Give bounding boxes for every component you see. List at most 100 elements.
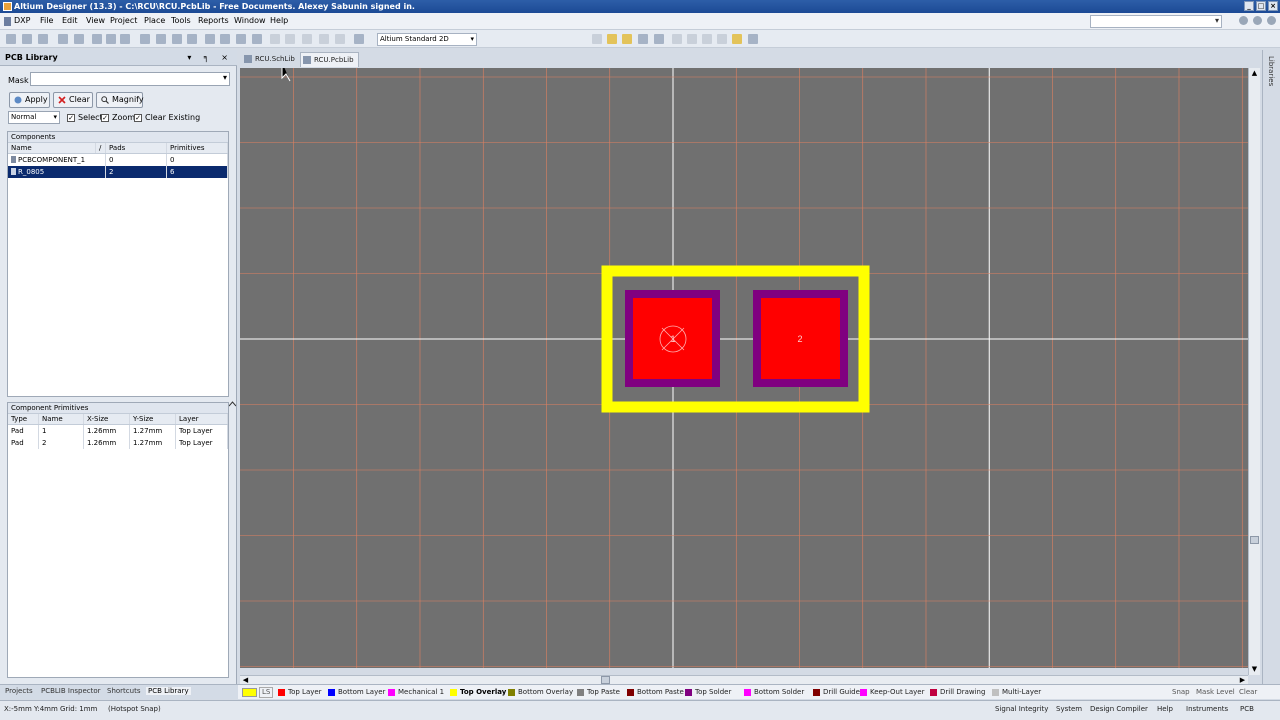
paste-icon[interactable] (236, 34, 246, 44)
open-document-icon[interactable] (22, 34, 32, 44)
arc-center-icon[interactable] (672, 34, 682, 44)
apply-button[interactable]: Apply (9, 92, 50, 108)
col-layer[interactable]: Layer (176, 414, 228, 424)
arc-edge-icon[interactable] (687, 34, 697, 44)
undo-icon[interactable] (319, 34, 329, 44)
place-pad-icon[interactable] (607, 34, 617, 44)
libraries-side-tab[interactable]: Libraries (1262, 50, 1280, 684)
move-icon[interactable] (285, 34, 295, 44)
mask-level-link[interactable]: Mask Level (1196, 688, 1235, 696)
tab-rcu-schlib[interactable]: RCU.SchLib (242, 52, 295, 67)
layer-tab-drill-drawing[interactable]: Drill Drawing (930, 687, 985, 698)
print-icon[interactable] (58, 34, 68, 44)
vertical-scroll-thumb[interactable] (1250, 536, 1259, 544)
layer-tab-top-overlay[interactable]: Top Overlay (450, 687, 506, 698)
menu-help[interactable]: Help (270, 16, 288, 25)
magnify-button[interactable]: Magnify (96, 92, 144, 108)
zoom-in-icon[interactable] (140, 34, 150, 44)
print-preview-icon[interactable] (74, 34, 84, 44)
layer-tab-top-solder[interactable]: Top Solder (685, 687, 731, 698)
horizontal-scroll-thumb[interactable] (601, 676, 610, 684)
system-link[interactable]: System (1056, 705, 1082, 713)
menu-place[interactable]: Place (144, 16, 165, 25)
layer-tab-top-layer[interactable]: Top Layer (278, 687, 322, 698)
back-icon[interactable] (1239, 16, 1248, 25)
mask-input[interactable] (30, 72, 230, 86)
snap-link[interactable]: Snap (1172, 688, 1190, 696)
col-y-size[interactable]: Y-Size (130, 414, 176, 424)
tab-projects[interactable]: Projects (5, 687, 33, 695)
deselect-icon[interactable] (302, 34, 312, 44)
copy-icon[interactable] (220, 34, 230, 44)
component-row[interactable]: PCBCOMPONENT_1 0 0 (8, 154, 228, 166)
tab-pcb-library[interactable]: PCB Library (146, 687, 191, 695)
select-area-icon[interactable] (270, 34, 280, 44)
menu-window[interactable]: Window (234, 16, 266, 25)
col-x-size[interactable]: X-Size (84, 414, 130, 424)
save-icon[interactable] (38, 34, 48, 44)
place-via-icon[interactable] (622, 34, 632, 44)
layer-tab-bottom-layer[interactable]: Bottom Layer (328, 687, 385, 698)
place-fill-icon[interactable] (732, 34, 742, 44)
menu-dxp[interactable]: DXP (14, 16, 30, 25)
help-link[interactable]: Help (1157, 705, 1173, 713)
menu-edit[interactable]: Edit (62, 16, 78, 25)
component-row-selected[interactable]: R_0805 2 6 (8, 166, 228, 178)
design-compiler-link[interactable]: Design Compiler (1090, 705, 1148, 713)
layer-tab-drill-guide[interactable]: Drill Guide (813, 687, 860, 698)
zoom-fit-icon[interactable] (187, 34, 197, 44)
view-config-select[interactable]: Altium Standard 2D ▾ (377, 33, 477, 46)
tab-rcu-pcblib[interactable]: RCU.PcbLib (300, 52, 359, 67)
tab-shortcuts[interactable]: Shortcuts (107, 687, 140, 695)
open-device-icon[interactable] (92, 34, 102, 44)
rubber-stamp-icon[interactable] (252, 34, 262, 44)
forward-icon[interactable] (1267, 16, 1276, 25)
col-type[interactable]: Type (8, 414, 39, 424)
maximize-button[interactable]: □ (1256, 1, 1266, 11)
cut-icon[interactable] (205, 34, 215, 44)
menu-tools[interactable]: Tools (171, 16, 191, 25)
zoom-checkbox[interactable]: ✓ Zoom (101, 113, 135, 122)
layer-tab-bottom-solder[interactable]: Bottom Solder (744, 687, 804, 698)
minimize-button[interactable]: _ (1244, 1, 1254, 11)
arc-any-icon[interactable] (702, 34, 712, 44)
vertical-scrollbar[interactable]: ▲ ▼ (1248, 68, 1260, 675)
command-search-input[interactable] (1090, 15, 1222, 28)
collapse-up-icon[interactable] (229, 401, 236, 408)
redo-icon[interactable] (335, 34, 345, 44)
scroll-right-icon[interactable]: ▶ (1238, 676, 1247, 684)
primitive-row[interactable]: Pad 1 1.26mm 1.27mm Top Layer (8, 425, 228, 437)
primitive-row[interactable]: Pad 2 1.26mm 1.27mm Top Layer (8, 437, 228, 449)
tab-pcblib-inspector[interactable]: PCBLIB Inspector (41, 687, 101, 695)
col-primitives[interactable]: Primitives (167, 143, 228, 153)
scroll-up-icon[interactable]: ▲ (1250, 69, 1259, 78)
layer-tab-top-paste[interactable]: Top Paste (577, 687, 620, 698)
place-array-icon[interactable] (748, 34, 758, 44)
layer-tab-keep-out-layer[interactable]: Keep-Out Layer (860, 687, 924, 698)
zoom-out-icon[interactable] (156, 34, 166, 44)
mode-select[interactable]: Normal ▾ (8, 111, 60, 124)
layer-tab-multi-layer[interactable]: Multi-Layer (992, 687, 1041, 698)
col-name[interactable]: Name (8, 143, 96, 153)
scroll-down-icon[interactable]: ▼ (1250, 665, 1259, 674)
full-circle-icon[interactable] (717, 34, 727, 44)
view-config-icon[interactable] (354, 34, 364, 44)
instruments-link[interactable]: Instruments (1186, 705, 1228, 713)
menu-reports[interactable]: Reports (198, 16, 229, 25)
zoom-area-icon[interactable] (120, 34, 130, 44)
settings-gear-icon[interactable] (1253, 16, 1262, 25)
signal-integrity-link[interactable]: Signal Integrity (995, 705, 1048, 713)
close-window-button[interactable]: × (1268, 1, 1278, 11)
footprint-view[interactable]: 1 2 (240, 68, 1248, 668)
zoom-selected-icon[interactable] (172, 34, 182, 44)
place-coordinate-icon[interactable] (654, 34, 664, 44)
select-checkbox[interactable]: ✓ Select (67, 113, 103, 122)
menu-project[interactable]: Project (110, 16, 137, 25)
place-string-icon[interactable] (638, 34, 648, 44)
menu-view[interactable]: View (86, 16, 105, 25)
clear-link[interactable]: Clear (1239, 688, 1257, 696)
place-line-icon[interactable] (592, 34, 602, 44)
col-pad-name[interactable]: Name (39, 414, 84, 424)
layer-tab-bottom-overlay[interactable]: Bottom Overlay (508, 687, 573, 698)
pcb-editor-canvas[interactable]: 1 2 (240, 68, 1248, 668)
